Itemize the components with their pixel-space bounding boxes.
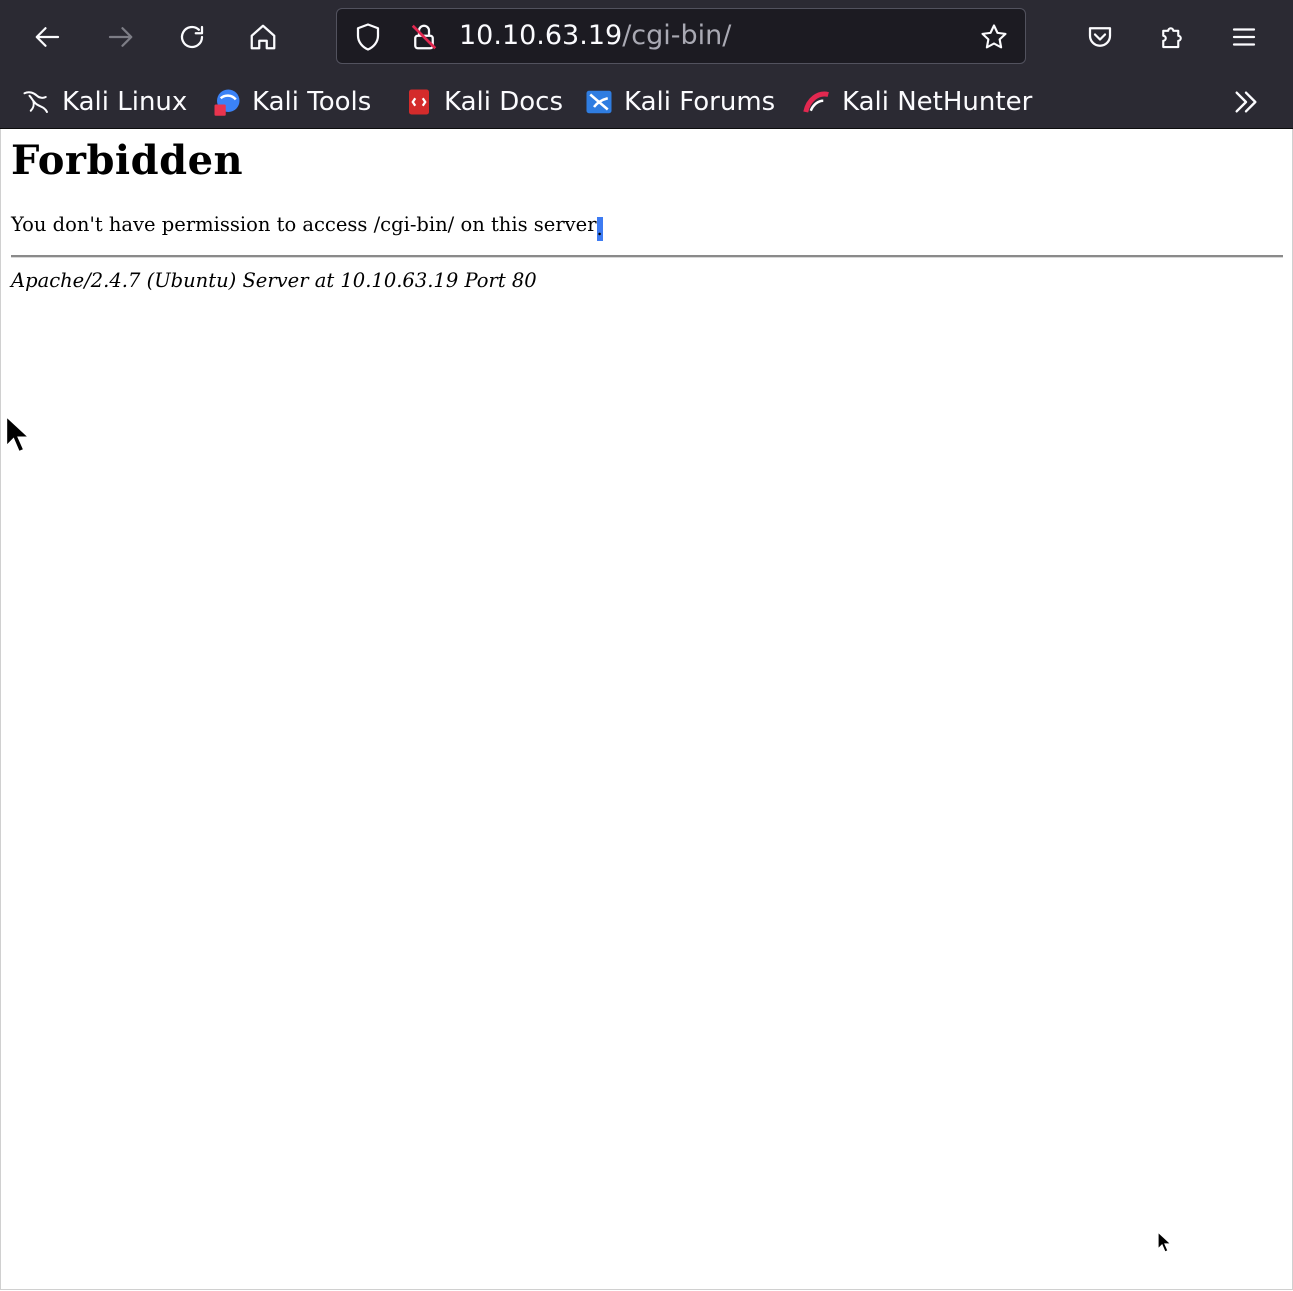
kali-dragon-icon: [23, 91, 48, 113]
server-signature: Apache/2.4.7 (Ubuntu) Server at 10.10.63…: [11, 269, 537, 292]
back-arrow-icon: [35, 27, 60, 47]
divider: [11, 255, 1283, 258]
bookmark-kali-forums[interactable]: Kali Forums: [584, 82, 775, 122]
home-button[interactable]: [241, 15, 285, 59]
reload-button[interactable]: [170, 15, 214, 59]
kali-docs-icon: [409, 89, 429, 115]
kali-nethunter-icon: [803, 91, 829, 113]
reload-icon: [180, 25, 204, 49]
extensions-button[interactable]: [1150, 15, 1194, 59]
mouse-pointer-icon: [5, 414, 30, 454]
address-bar[interactable]: 10.10.63.19/cgi-bin/: [336, 8, 1026, 64]
bookmark-label: Kali Tools: [252, 87, 372, 117]
hamburger-menu-icon: [1232, 28, 1256, 46]
mouse-pointer-icon: [1157, 1231, 1171, 1253]
menu-button[interactable]: [1222, 15, 1266, 59]
pocket-button[interactable]: [1078, 15, 1122, 59]
home-icon: [250, 24, 276, 50]
bookmark-kali-nethunter[interactable]: Kali NetHunter: [802, 82, 1032, 122]
navigation-toolbar: 10.10.63.19/cgi-bin/: [0, 0, 1293, 74]
bookmark-kali-tools[interactable]: Kali Tools: [212, 82, 371, 122]
kali-forums-icon: [586, 90, 612, 114]
puzzle-icon: [1162, 27, 1182, 49]
page-viewport: Forbidden You don't have permission to a…: [0, 129, 1293, 1290]
bookmark-kali-docs[interactable]: Kali Docs: [404, 82, 563, 122]
url-host: 10.10.63.19: [459, 20, 623, 51]
back-button[interactable]: [26, 15, 70, 59]
shield-icon[interactable]: [353, 22, 383, 52]
bookmarks-toolbar: Kali Linux Kali Tools Kali Docs Kali For…: [0, 74, 1293, 129]
forward-button[interactable]: [98, 15, 142, 59]
forward-arrow-icon: [108, 27, 133, 47]
bookmark-label: Kali NetHunter: [842, 87, 1033, 117]
error-message-text: You don't have permission to access /cgi…: [11, 213, 597, 236]
pocket-icon: [1088, 27, 1112, 47]
url-text[interactable]: 10.10.63.19/cgi-bin/: [459, 9, 731, 63]
text-selection: .: [596, 217, 603, 241]
bookmark-label: Kali Docs: [444, 87, 564, 117]
url-path: /cgi-bin/: [622, 20, 732, 51]
bookmark-label: Kali Linux: [62, 87, 188, 117]
bookmark-kali-linux[interactable]: Kali Linux: [22, 82, 187, 122]
page-title: Forbidden: [11, 137, 244, 184]
star-icon[interactable]: [979, 22, 1009, 52]
chevron-double-right-icon[interactable]: [1230, 86, 1262, 118]
bookmark-label: Kali Forums: [624, 87, 776, 117]
kali-tools-icon: [214, 89, 240, 116]
error-message: You don't have permission to access /cgi…: [11, 213, 603, 241]
insecure-lock-icon[interactable]: [409, 22, 439, 52]
